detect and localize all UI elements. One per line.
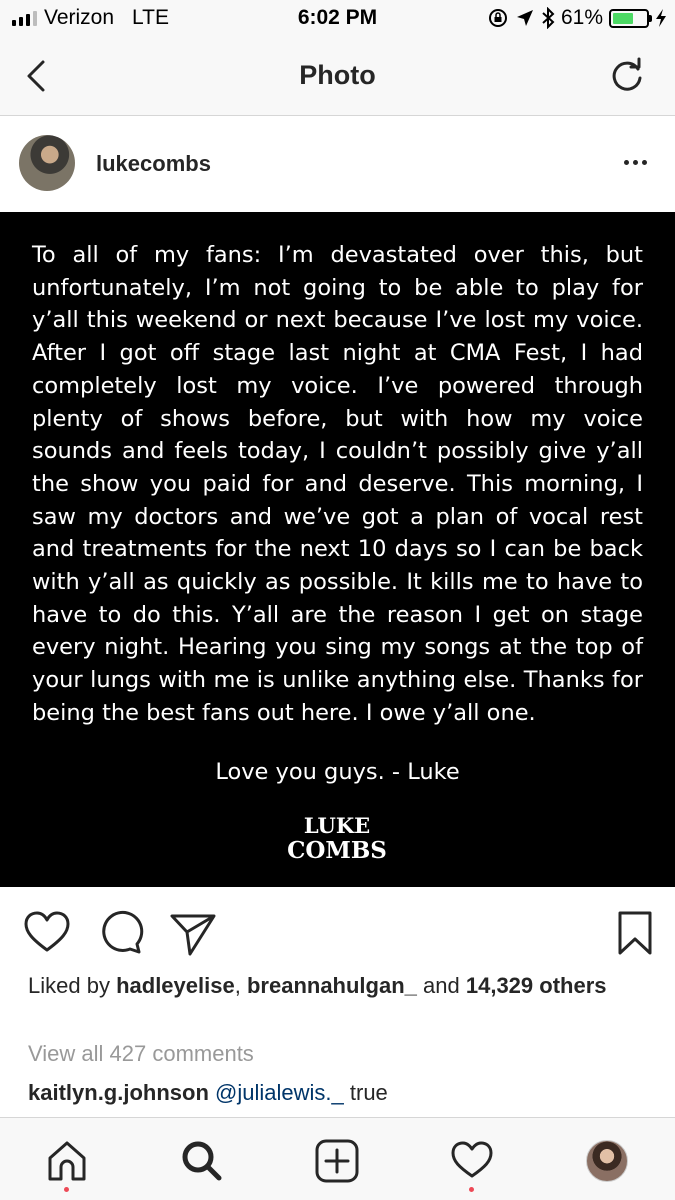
- logo-line-1: LUKE: [304, 813, 370, 838]
- heart-icon[interactable]: [22, 908, 72, 958]
- post-username[interactable]: lukecombs: [96, 151, 211, 177]
- charging-icon: [656, 9, 666, 27]
- activity-icon: [451, 1141, 493, 1178]
- comment-icon[interactable]: [96, 908, 146, 958]
- lock-rotation-icon: [488, 9, 507, 27]
- liker-1[interactable]: hadleyelise: [116, 973, 235, 998]
- post-actions: [0, 888, 675, 978]
- tab-home[interactable]: [42, 1136, 92, 1186]
- battery-percent: 61%: [560, 6, 603, 29]
- page-title: Photo: [299, 60, 376, 90]
- comment-mention[interactable]: @julialewis._: [215, 1080, 344, 1105]
- bookmark-icon[interactable]: [610, 908, 660, 958]
- share-icon[interactable]: [168, 908, 218, 958]
- search-icon: [182, 1141, 222, 1181]
- home-icon: [48, 1141, 86, 1181]
- home-notification-dot: [64, 1187, 69, 1192]
- luke-combs-logo: LUKE COMBS: [287, 812, 387, 864]
- likes-and: and: [423, 973, 460, 998]
- liker-2[interactable]: breannahulgan_: [247, 973, 417, 998]
- comment-username[interactable]: kaitlyn.g.johnson: [28, 1080, 209, 1105]
- location-icon: [516, 10, 533, 26]
- battery-level-fill: [613, 12, 633, 24]
- more-horizontal-icon[interactable]: [617, 147, 653, 177]
- bluetooth-icon: [542, 7, 555, 29]
- avatar[interactable]: [19, 135, 75, 191]
- profile-avatar: [586, 1140, 628, 1182]
- navigation-bar: Photo: [0, 40, 675, 116]
- chevron-left-icon[interactable]: [18, 56, 58, 96]
- battery-icon: [609, 8, 652, 28]
- tab-new-post[interactable]: [312, 1136, 362, 1186]
- add-icon: [315, 1139, 359, 1183]
- tab-activity[interactable]: [447, 1136, 497, 1186]
- image-signoff: Love you guys. - Luke: [215, 759, 460, 785]
- activity-notification-dot: [469, 1187, 474, 1192]
- view-all-comments-link[interactable]: View all 427 comments: [28, 1041, 254, 1067]
- likes-prefix: Liked by: [28, 973, 110, 998]
- refresh-icon[interactable]: [607, 56, 647, 96]
- image-text: To all of my fans: I’m devastated over t…: [32, 242, 643, 726]
- tab-bar: [0, 1117, 675, 1200]
- tab-profile[interactable]: [582, 1136, 632, 1186]
- post-image[interactable]: To all of my fans: I’m devastated over t…: [0, 212, 675, 887]
- tab-search[interactable]: [177, 1136, 227, 1186]
- status-bar: Verizon LTE 6:02 PM 61%: [0, 0, 675, 40]
- logo-line-2: COMBS: [287, 837, 387, 864]
- likes-count[interactable]: 14,329: [466, 973, 533, 998]
- comment-row: kaitlyn.g.johnson @julialewis._ true: [28, 1080, 388, 1106]
- liker-separator: ,: [234, 973, 241, 998]
- likes-others[interactable]: others: [539, 973, 606, 998]
- comment-text: true: [349, 1080, 388, 1105]
- post-header: lukecombs: [0, 117, 675, 212]
- likes-summary[interactable]: Liked by hadleyelise, breannahulgan_ and…: [28, 972, 648, 1000]
